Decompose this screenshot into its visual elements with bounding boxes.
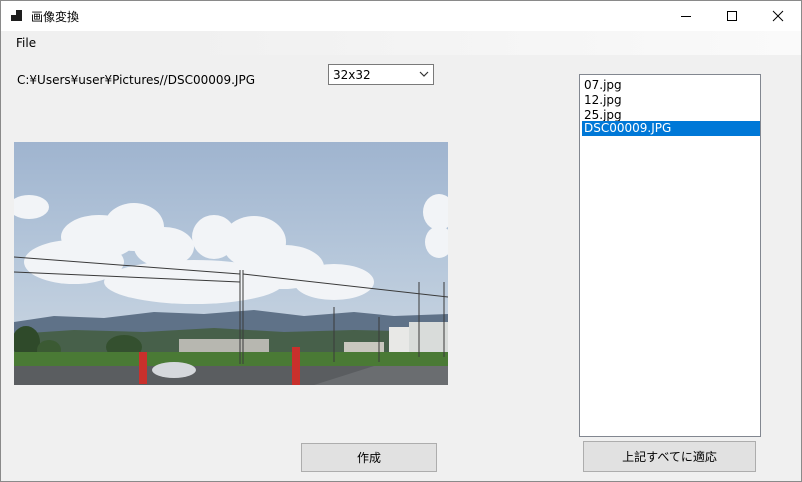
app-icon <box>11 10 23 22</box>
size-select-value: 32x32 <box>333 68 371 82</box>
maximize-icon <box>727 11 737 21</box>
title-bar[interactable]: 画像変換 <box>1 1 801 31</box>
menu-file[interactable]: File <box>16 36 36 50</box>
close-icon <box>772 10 784 22</box>
close-button[interactable] <box>755 1 801 31</box>
file-path-label: C:¥Users¥user¥Pictures//DSC00009.JPG <box>17 73 256 87</box>
menu-bar: File <box>1 31 801 55</box>
maximize-button[interactable] <box>709 1 755 31</box>
list-item[interactable]: 07.jpg <box>582 78 760 93</box>
file-list[interactable]: 07.jpg 12.jpg 25.jpg DSC00009.JPG <box>579 74 761 437</box>
list-item[interactable]: 12.jpg <box>582 93 760 108</box>
size-select[interactable]: 32x32 <box>328 64 434 85</box>
apply-all-button[interactable]: 上記すべてに適応 <box>583 441 756 472</box>
window-title: 画像変換 <box>31 10 80 24</box>
app-window: 画像変換 File C:¥Users¥user¥Pictures//DSC000… <box>0 0 802 482</box>
list-item-selected[interactable]: DSC00009.JPG <box>582 121 760 136</box>
chevron-down-icon <box>419 71 429 77</box>
minimize-icon <box>681 16 691 17</box>
minimize-button[interactable] <box>663 1 709 31</box>
image-preview <box>14 142 448 385</box>
create-button[interactable]: 作成 <box>301 443 437 472</box>
